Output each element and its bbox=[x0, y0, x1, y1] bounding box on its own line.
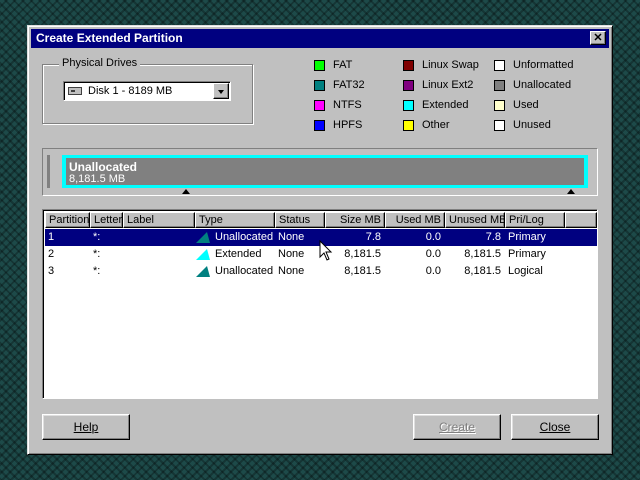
cell-partition: 2 bbox=[48, 248, 55, 260]
close-button-label: Close bbox=[539, 420, 571, 434]
partition-start-marker-icon bbox=[182, 189, 190, 194]
column-header-label[interactable]: Label bbox=[123, 212, 195, 228]
disk-map-partition-bar[interactable]: Unallocated 8,181.5 MB bbox=[62, 155, 588, 188]
partition-list[interactable]: Partition Letter Label Type Status Size MB Use… bbox=[42, 209, 598, 399]
cell-prilog: Primary bbox=[508, 248, 546, 260]
legend-swatch-linux-ext2 bbox=[403, 80, 414, 91]
legend-swatch-ntfs bbox=[314, 100, 325, 111]
cell-unused: 8,181.5 bbox=[464, 248, 501, 260]
cell-prilog: Logical bbox=[508, 265, 543, 277]
cell-status: None bbox=[278, 265, 305, 277]
column-header-filler bbox=[565, 212, 597, 228]
legend-swatch-unused bbox=[494, 120, 505, 131]
disk-map-partition-name: Unallocated bbox=[69, 160, 138, 174]
disk-map-partition-size: 8,181.5 MB bbox=[69, 173, 126, 185]
cell-used: 0.0 bbox=[425, 231, 441, 243]
physical-drives-group: Physical Drives Disk 1 - 8189 MB bbox=[42, 57, 253, 124]
legend-label-used: Used bbox=[513, 99, 539, 111]
cell-used: 0.0 bbox=[425, 265, 441, 277]
cell-unused: 7.8 bbox=[485, 231, 501, 243]
extended-partition-icon bbox=[195, 249, 215, 260]
column-header-status[interactable]: Status bbox=[275, 212, 325, 228]
legend-label-unused: Unused bbox=[513, 119, 551, 131]
column-header-size-mb[interactable]: Size MB bbox=[325, 212, 385, 228]
legend-label-fat: FAT bbox=[333, 59, 353, 71]
cell-status: None bbox=[278, 248, 305, 260]
cell-status: None bbox=[278, 231, 305, 243]
create-button[interactable]: Create bbox=[413, 414, 501, 440]
help-button[interactable]: Help bbox=[42, 414, 130, 440]
legend-swatch-extended bbox=[403, 100, 414, 111]
cell-type: Unallocated bbox=[215, 231, 274, 243]
legend-swatch-used bbox=[494, 100, 505, 111]
cell-type: Unallocated bbox=[215, 265, 274, 277]
cell-size: 7.8 bbox=[365, 231, 381, 243]
cell-size: 8,181.5 bbox=[344, 248, 381, 260]
cell-letter: *: bbox=[93, 248, 101, 260]
cell-partition: 3 bbox=[48, 265, 55, 277]
legend-label-linux-swap: Linux Swap bbox=[422, 59, 479, 71]
legend-label-extended: Extended bbox=[422, 99, 469, 111]
disk-map-start-segment bbox=[47, 155, 50, 188]
cell-used: 0.0 bbox=[425, 248, 441, 260]
cell-size: 8,181.5 bbox=[344, 265, 381, 277]
hard-disk-icon bbox=[68, 87, 82, 95]
title-bar[interactable]: Create Extended Partition ✕ bbox=[31, 29, 609, 48]
partition-list-header: Partition Letter Label Type Status Size MB Use… bbox=[45, 212, 597, 228]
close-icon: ✕ bbox=[593, 32, 603, 44]
close-window-button[interactable]: ✕ bbox=[590, 31, 606, 45]
legend-swatch-linux-swap bbox=[403, 60, 414, 71]
column-header-used-mb[interactable]: Used MB bbox=[385, 212, 445, 228]
cell-unused: 8,181.5 bbox=[464, 265, 501, 277]
legend-swatch-unallocated bbox=[494, 80, 505, 91]
cell-partition: 1 bbox=[48, 231, 55, 243]
physical-drive-select[interactable]: Disk 1 - 8189 MB bbox=[63, 81, 231, 101]
cell-type: Extended bbox=[215, 248, 262, 260]
column-header-unused-mb[interactable]: Unused MB bbox=[445, 212, 505, 228]
partition-end-marker-icon bbox=[567, 189, 575, 194]
legend-swatch-unformatted bbox=[494, 60, 505, 71]
unallocated-partition-icon bbox=[195, 266, 215, 277]
legend-label-linux-ext2: Linux Ext2 bbox=[422, 79, 474, 91]
partition-row[interactable]: 3 *: Unallocated None 8,181.5 0.0 8,181.5 Logic… bbox=[45, 263, 597, 280]
column-header-letter[interactable]: Letter bbox=[90, 212, 123, 228]
cell-letter: *: bbox=[93, 231, 101, 243]
legend-swatch-fat bbox=[314, 60, 325, 71]
help-button-label: Help bbox=[73, 420, 99, 434]
chevron-down-icon[interactable] bbox=[213, 83, 229, 99]
legend-label-hpfs: HPFS bbox=[333, 119, 363, 131]
cell-letter: *: bbox=[93, 265, 101, 277]
legend-swatch-hpfs bbox=[314, 120, 325, 131]
column-header-type[interactable]: Type bbox=[195, 212, 275, 228]
legend-swatch-fat32 bbox=[314, 80, 325, 91]
unallocated-segment: Unallocated 8,181.5 MB bbox=[66, 158, 584, 185]
create-button-label: Create bbox=[438, 420, 476, 434]
legend-swatch-other bbox=[403, 120, 414, 131]
legend-label-other: Other bbox=[422, 119, 450, 131]
column-header-pri-log[interactable]: Pri/Log bbox=[505, 212, 565, 228]
legend-label-unallocated: Unallocated bbox=[513, 79, 572, 91]
window-title: Create Extended Partition bbox=[36, 31, 183, 45]
legend-label-unformatted: Unformatted bbox=[513, 59, 574, 71]
mouse-pointer-icon bbox=[319, 240, 333, 261]
legend-label-ntfs: NTFS bbox=[333, 99, 362, 111]
legend-label-fat32: FAT32 bbox=[333, 79, 365, 91]
physical-drives-label: Physical Drives bbox=[59, 57, 141, 69]
column-header-partition[interactable]: Partition bbox=[45, 212, 90, 228]
disk-map: Unallocated 8,181.5 MB bbox=[42, 148, 598, 196]
unallocated-partition-icon bbox=[195, 232, 215, 243]
selected-drive: Disk 1 - 8189 MB bbox=[88, 85, 173, 97]
close-button[interactable]: Close bbox=[511, 414, 599, 440]
cell-prilog: Primary bbox=[508, 231, 546, 243]
